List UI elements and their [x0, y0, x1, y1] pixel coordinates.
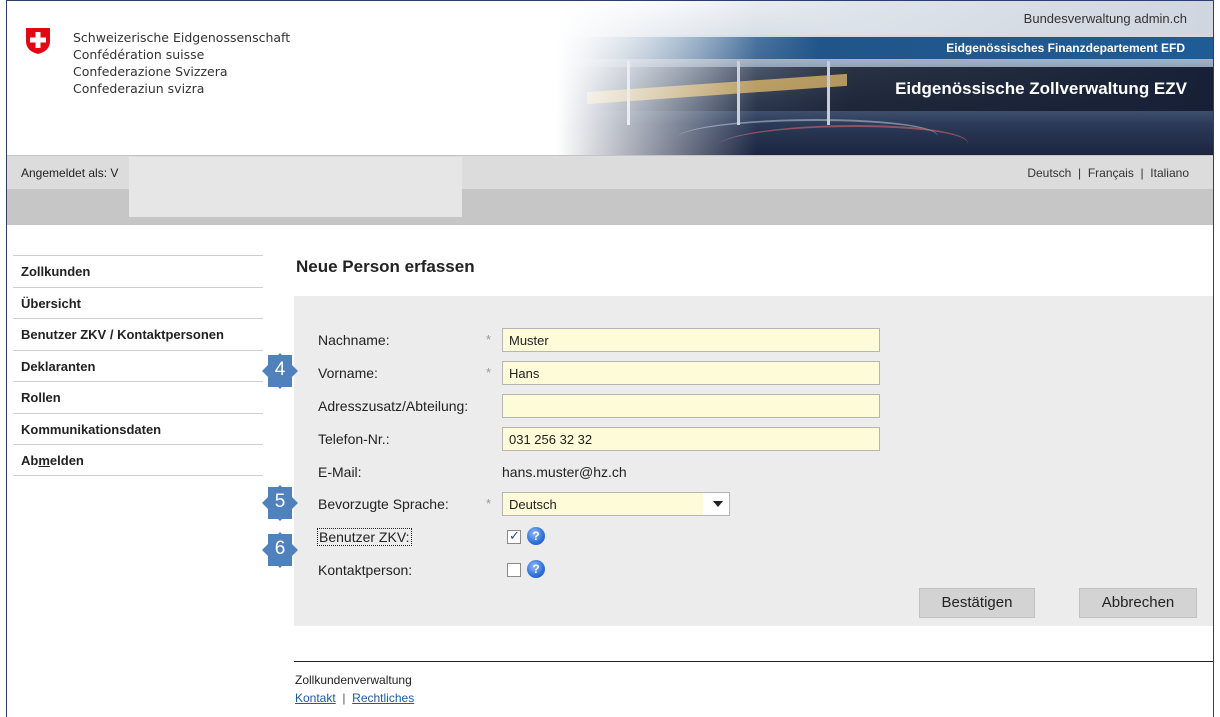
- email-label: E-Mail:: [318, 464, 362, 480]
- header-banner: Bundesverwaltung admin.ch Eidgenössische…: [557, 1, 1213, 155]
- footer-divider: [294, 661, 1213, 662]
- confederation-rm: Confederaziun svizra: [73, 81, 205, 96]
- sprache-label: Bevorzugte Sprache:: [318, 496, 449, 512]
- sidebar-item-abmelden[interactable]: Abmelden: [13, 444, 263, 476]
- sidebar-item-uebersicht[interactable]: Übersicht: [13, 286, 263, 319]
- step-marker-5: 5: [262, 485, 298, 521]
- header: Schweizerische Eidgenossenschaft Confédé…: [7, 1, 1213, 155]
- sidebar-item-zollkunden[interactable]: Zollkunden: [13, 255, 263, 287]
- nachname-input[interactable]: [502, 328, 880, 352]
- marker-number: 6: [274, 538, 286, 559]
- sprache-selected-value: Deutsch: [509, 497, 557, 512]
- lang-separator: |: [1078, 166, 1082, 180]
- bundesverwaltung-link[interactable]: Bundesverwaltung admin.ch: [1024, 11, 1187, 26]
- swiss-cross-icon: [26, 28, 50, 54]
- confirm-button[interactable]: Bestätigen: [919, 588, 1035, 618]
- lang-fr-link[interactable]: Français: [1088, 166, 1134, 180]
- abmelden-part: elden: [49, 453, 84, 468]
- benutzer-zkv-checkbox[interactable]: [507, 528, 521, 544]
- confederation-names: Schweizerische Eidgenossenschaft Confédé…: [73, 29, 290, 97]
- language-switcher: Deutsch | Français | Italiano: [1027, 166, 1189, 180]
- sidebar-item-rollen[interactable]: Rollen: [13, 381, 263, 413]
- marker-number: 5: [274, 491, 286, 512]
- vorname-input[interactable]: [502, 361, 880, 385]
- footer-links: Kontakt | Rechtliches: [295, 691, 414, 705]
- canopy-pillar: [827, 61, 830, 125]
- required-mark: *: [486, 332, 492, 347]
- marker-number: 4: [274, 359, 286, 380]
- vorname-label: Vorname:: [318, 365, 378, 381]
- required-mark: *: [486, 496, 492, 511]
- email-value: hans.muster@hz.ch: [502, 464, 627, 480]
- abmelden-part: Ab: [21, 453, 39, 468]
- nachname-label: Nachname:: [318, 332, 390, 348]
- lang-it-link[interactable]: Italiano: [1150, 166, 1189, 180]
- footer-kontakt-link[interactable]: Kontakt: [295, 691, 336, 705]
- required-mark: *: [486, 365, 492, 380]
- amt-title: Eidgenössische Zollverwaltung EZV: [895, 79, 1187, 98]
- step-marker-4: 4: [262, 353, 298, 389]
- sidebar-item-kommunikationsdaten[interactable]: Kommunikationsdaten: [13, 412, 263, 445]
- lang-separator: |: [1140, 166, 1144, 180]
- person-form: Nachname: * Vorname: * Adresszusatz/Abte…: [294, 296, 1213, 626]
- adresszusatz-input[interactable]: [502, 394, 880, 418]
- footer-separator: |: [342, 691, 346, 705]
- help-icon[interactable]: ?: [527, 527, 545, 545]
- confederation-it: Confederazione Svizzera: [73, 64, 228, 79]
- lang-de-link[interactable]: Deutsch: [1027, 166, 1071, 180]
- page-frame: Schweizerische Eidgenossenschaft Confédé…: [6, 0, 1214, 717]
- banner-fade: [557, 1, 757, 155]
- sprache-select[interactable]: Deutsch: [502, 492, 730, 516]
- footer-rechtliches-link[interactable]: Rechtliches: [352, 691, 414, 705]
- step-marker-6: 6: [262, 532, 298, 568]
- sidebar-nav: Zollkunden Übersicht Benutzer ZKV / Kont…: [13, 255, 263, 476]
- abmelden-accesskey: m: [38, 453, 50, 468]
- redacted-username-mask: [129, 157, 462, 217]
- kontaktperson-label: Kontaktperson:: [318, 562, 413, 578]
- cancel-button[interactable]: Abbrechen: [1079, 588, 1197, 618]
- kontaktperson-checkbox[interactable]: [507, 563, 521, 577]
- telefon-input[interactable]: [502, 427, 880, 451]
- footer-app-name: Zollkundenverwaltung: [295, 673, 412, 687]
- chevron-down-icon: [713, 501, 723, 507]
- benutzer-zkv-label: Benutzer ZKV:: [317, 528, 412, 546]
- confederation-fr: Confédération suisse: [73, 47, 205, 62]
- page-title: Neue Person erfassen: [296, 257, 475, 276]
- sidebar-item-deklaranten[interactable]: Deklaranten: [13, 349, 263, 382]
- sidebar-item-benutzer-zkv[interactable]: Benutzer ZKV / Kontaktpersonen: [13, 318, 263, 350]
- confederation-de: Schweizerische Eidgenossenschaft: [73, 30, 291, 45]
- departement-title: Eidgenössisches Finanzdepartement EFD: [946, 41, 1185, 55]
- telefon-label: Telefon-Nr.:: [318, 431, 390, 447]
- adresszusatz-label: Adresszusatz/Abteilung:: [318, 398, 469, 414]
- logged-in-label: Angemeldet als: V: [21, 166, 119, 180]
- help-icon[interactable]: ?: [527, 560, 545, 578]
